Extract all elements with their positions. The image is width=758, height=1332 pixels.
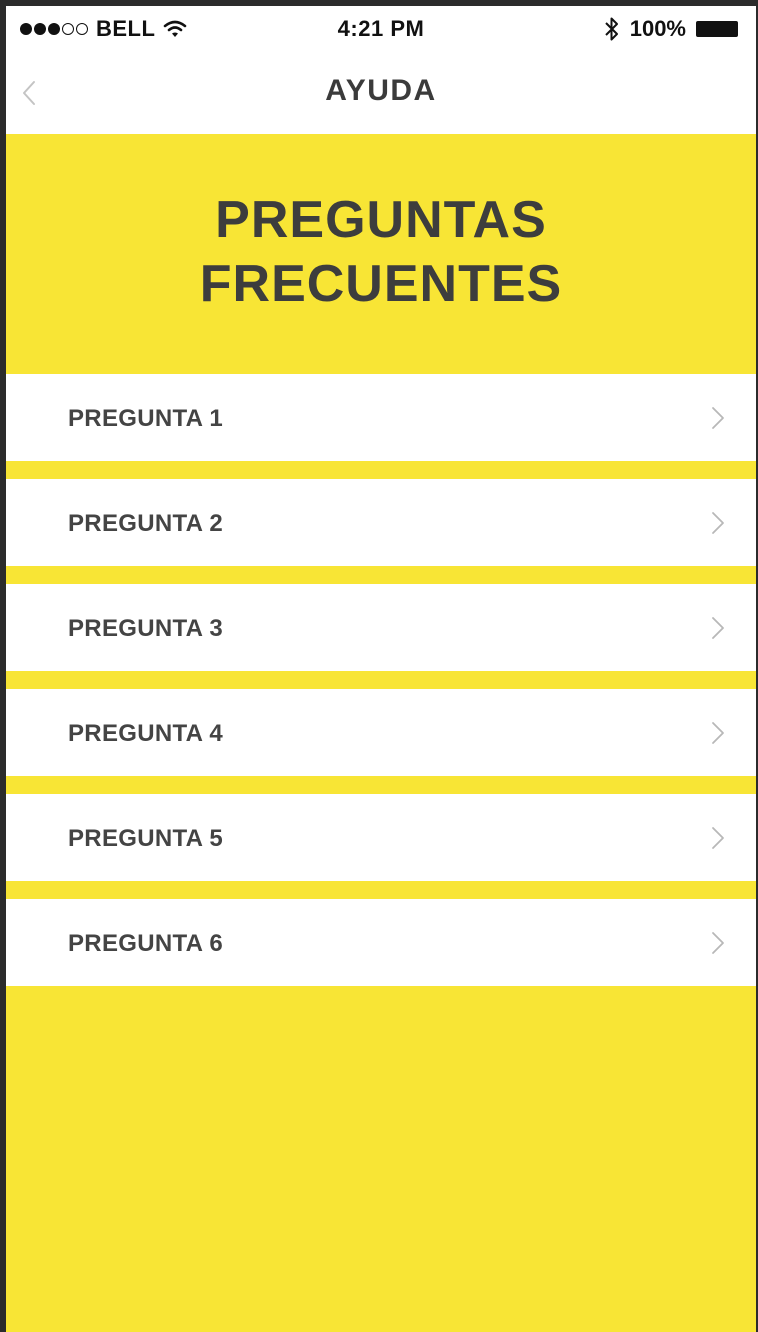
- page-title: AYUDA: [325, 74, 437, 107]
- nav-bar: AYUDA: [6, 52, 756, 134]
- faq-item-label: PREGUNTA 6: [68, 930, 224, 957]
- header: BELL 4:21 PM 100% AYUDA: [6, 6, 756, 134]
- faq-item-1[interactable]: PREGUNTA 1: [6, 374, 756, 461]
- hero-banner: PREGUNTAS FRECUENTES: [6, 134, 756, 374]
- chevron-right-icon: [712, 932, 724, 954]
- faq-item-3[interactable]: PREGUNTA 3: [6, 584, 756, 671]
- battery-percent: 100%: [629, 16, 686, 41]
- chevron-right-icon: [712, 512, 724, 534]
- hero-title: PREGUNTAS FRECUENTES: [200, 188, 562, 316]
- chevron-right-icon: [712, 407, 724, 429]
- screen: BELL 4:21 PM 100% AYUDA PREGUNTAS FRECUE…: [6, 6, 756, 1332]
- faq-item-label: PREGUNTA 2: [68, 510, 224, 537]
- chevron-right-icon: [712, 617, 724, 639]
- faq-item-5[interactable]: PREGUNTA 5: [6, 794, 756, 881]
- faq-item-label: PREGUNTA 1: [68, 405, 224, 432]
- hero-title-line2: FRECUENTES: [199, 255, 563, 313]
- faq-item-label: PREGUNTA 4: [68, 720, 224, 747]
- chevron-right-icon: [712, 827, 724, 849]
- faq-item-2[interactable]: PREGUNTA 2: [6, 479, 756, 566]
- chevron-right-icon: [712, 722, 724, 744]
- bluetooth-icon: [605, 17, 618, 41]
- faq-item-6[interactable]: PREGUNTA 6: [6, 899, 756, 986]
- faq-item-label: PREGUNTA 3: [68, 615, 224, 642]
- hero-title-line1: PREGUNTAS: [215, 191, 547, 249]
- battery-icon: [696, 21, 738, 37]
- faq-item-label: PREGUNTA 5: [68, 825, 224, 852]
- faq-list: PREGUNTA 1 PREGUNTA 2 PREGUNTA 3 PREGUNT…: [6, 374, 756, 1004]
- status-right: 100%: [604, 16, 738, 42]
- faq-item-4[interactable]: PREGUNTA 4: [6, 689, 756, 776]
- status-bar: BELL 4:21 PM 100%: [6, 6, 756, 52]
